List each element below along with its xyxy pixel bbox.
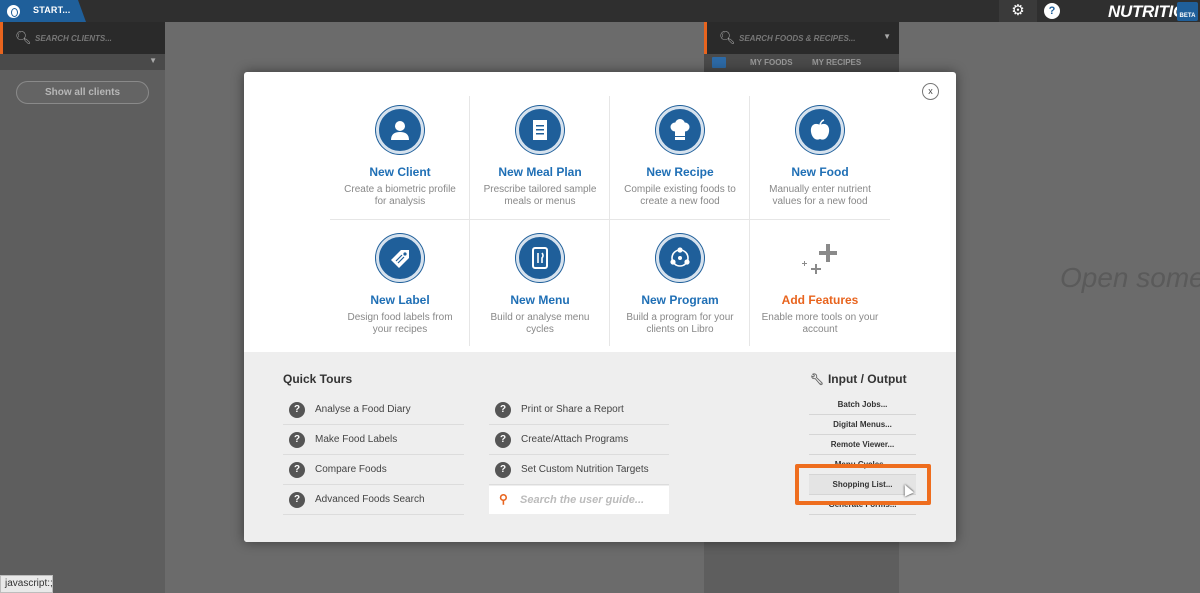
- client-search-placeholder: SEARCH CLIENTS...: [35, 34, 112, 43]
- input-output-label: Input / Output: [827, 372, 907, 386]
- io-remote-viewer[interactable]: Remote Viewer...: [809, 435, 916, 455]
- tile-desc: Create a biometric profile for analysis: [344, 184, 456, 207]
- help-button[interactable]: ?: [1044, 3, 1060, 19]
- user-guide-search-input[interactable]: ⚲ Search the user guide...: [489, 486, 669, 514]
- chevron-down-icon: ▼: [883, 32, 891, 41]
- tile-title: New Menu: [510, 293, 570, 307]
- tile-desc: Prescribe tailored sample meals or menus: [483, 184, 597, 207]
- top-bar: START... ⚙ ? NUTRITICS BETA: [0, 0, 1200, 22]
- client-search-input[interactable]: 🔍︎ SEARCH CLIENTS...: [0, 22, 165, 54]
- chef-hat-icon: [656, 106, 704, 154]
- search-icon: 🔍︎: [15, 30, 32, 45]
- search-icon: 🔍︎: [719, 30, 736, 45]
- start-label: START...: [33, 5, 71, 15]
- status-bar-url: javascript:;: [0, 575, 53, 593]
- tile-desc: Design food labels from your recipes: [347, 312, 453, 335]
- start-modal: x New Client Create a biometric profile …: [244, 72, 956, 542]
- tour-create-attach-programs[interactable]: ? Create/Attach Programs: [489, 425, 669, 455]
- wrench-icon: 🔧︎: [810, 374, 824, 386]
- gear-icon: ⚙: [1011, 2, 1025, 19]
- tile-desc: Enable more tools on your account: [761, 312, 879, 335]
- tile-desc: Compile existing foods to create a new f…: [624, 184, 736, 207]
- tile-title: Add Features: [781, 293, 859, 307]
- tour-compare-foods[interactable]: ? Compare Foods: [283, 455, 464, 485]
- user-guide-search-placeholder: Search the user guide...: [520, 494, 645, 506]
- add-features-tile[interactable]: Add Features Enable more tools on your a…: [750, 224, 890, 351]
- beta-badge: BETA: [1177, 2, 1198, 21]
- tour-label: Set Custom Nutrition Targets: [521, 464, 649, 475]
- client-filter-dropdown[interactable]: ▼: [0, 54, 165, 70]
- tile-title: New Food: [791, 165, 849, 179]
- new-recipe-tile[interactable]: New Recipe Compile existing foods to cre…: [610, 96, 750, 223]
- question-icon: ?: [495, 402, 511, 418]
- tour-label: Advanced Foods Search: [315, 494, 425, 505]
- new-food-tile[interactable]: New Food Manually enter nutrient values …: [750, 96, 890, 223]
- new-meal-plan-tile[interactable]: New Meal Plan Prescribe tailored sample …: [470, 96, 610, 223]
- io-batch-jobs[interactable]: Batch Jobs...: [809, 395, 916, 415]
- tablet-utensils-icon: [516, 234, 564, 282]
- tab-my-recipes[interactable]: MY RECIPES: [812, 58, 861, 67]
- tile-title: New Label: [370, 293, 430, 307]
- food-search-input[interactable]: 🔍︎ SEARCH FOODS & RECIPES... ▼: [704, 22, 899, 54]
- question-icon: ?: [289, 402, 305, 418]
- tile-desc: Build or analyse menu cycles: [490, 312, 590, 335]
- tour-label: Make Food Labels: [315, 434, 398, 445]
- clients-panel: 🔍︎ SEARCH CLIENTS... ▼ Show all clients: [0, 22, 165, 593]
- question-icon: ?: [289, 492, 305, 508]
- search-icon: ⚲: [499, 492, 508, 506]
- settings-button[interactable]: ⚙: [999, 0, 1037, 22]
- tour-label: Create/Attach Programs: [521, 434, 629, 445]
- show-all-clients-button[interactable]: Show all clients: [16, 81, 149, 104]
- new-program-tile[interactable]: New Program Build a program for your cli…: [610, 224, 750, 351]
- feature-grid: New Client Create a biometric profile fo…: [330, 96, 890, 351]
- new-client-tile[interactable]: New Client Create a biometric profile fo…: [330, 96, 470, 223]
- tile-title: New Recipe: [646, 165, 714, 179]
- document-icon: [516, 106, 564, 154]
- tile-desc: Build a program for your clients on Libr…: [626, 312, 734, 335]
- question-icon: ?: [495, 432, 511, 448]
- new-menu-tile[interactable]: New Menu Build or analyse menu cycles: [470, 224, 610, 351]
- close-button[interactable]: x: [922, 83, 939, 100]
- apple-icon: [796, 106, 844, 154]
- food-search-placeholder: SEARCH FOODS & RECIPES...: [739, 34, 856, 43]
- tour-custom-nutrition-targets[interactable]: ? Set Custom Nutrition Targets: [489, 455, 669, 485]
- tile-title: New Meal Plan: [498, 165, 582, 179]
- tile-title: New Program: [641, 293, 719, 307]
- new-label-tile[interactable]: New Label Design food labels from your r…: [330, 224, 470, 351]
- tour-analyse-food-diary[interactable]: ? Analyse a Food Diary: [283, 395, 464, 425]
- open-something-text: Open somet: [1060, 262, 1200, 293]
- tour-print-share-report[interactable]: ? Print or Share a Report: [489, 395, 669, 425]
- tour-label: Print or Share a Report: [521, 404, 624, 415]
- tab-my-foods[interactable]: MY FOODS: [750, 58, 793, 67]
- tour-label: Analyse a Food Diary: [315, 404, 411, 415]
- tile-title: New Client: [369, 165, 431, 179]
- question-icon: ?: [289, 462, 305, 478]
- start-logo-icon: [5, 3, 22, 20]
- tile-desc: Manually enter nutrient values for a new…: [769, 184, 871, 207]
- quick-tours-title: Quick Tours: [283, 372, 353, 386]
- network-icon: [656, 234, 704, 282]
- user-icon: [376, 106, 424, 154]
- tour-make-food-labels[interactable]: ? Make Food Labels: [283, 425, 464, 455]
- chevron-down-icon: ▼: [149, 56, 157, 65]
- start-button[interactable]: START...: [0, 0, 86, 22]
- tag-icon: [376, 234, 424, 282]
- modal-footer-section: Quick Tours ? Analyse a Food Diary ? Mak…: [244, 352, 956, 542]
- io-digital-menus[interactable]: Digital Menus...: [809, 415, 916, 435]
- question-icon: ?: [289, 432, 305, 448]
- input-output-title: 🔧︎ Input / Output: [810, 372, 907, 386]
- plus-icon: [798, 238, 842, 282]
- folder-icon[interactable]: [712, 57, 726, 68]
- question-icon: ?: [495, 462, 511, 478]
- tour-advanced-foods-search[interactable]: ? Advanced Foods Search: [283, 485, 464, 515]
- tour-label: Compare Foods: [315, 464, 387, 475]
- food-tabs: MY FOODS MY RECIPES: [704, 54, 899, 72]
